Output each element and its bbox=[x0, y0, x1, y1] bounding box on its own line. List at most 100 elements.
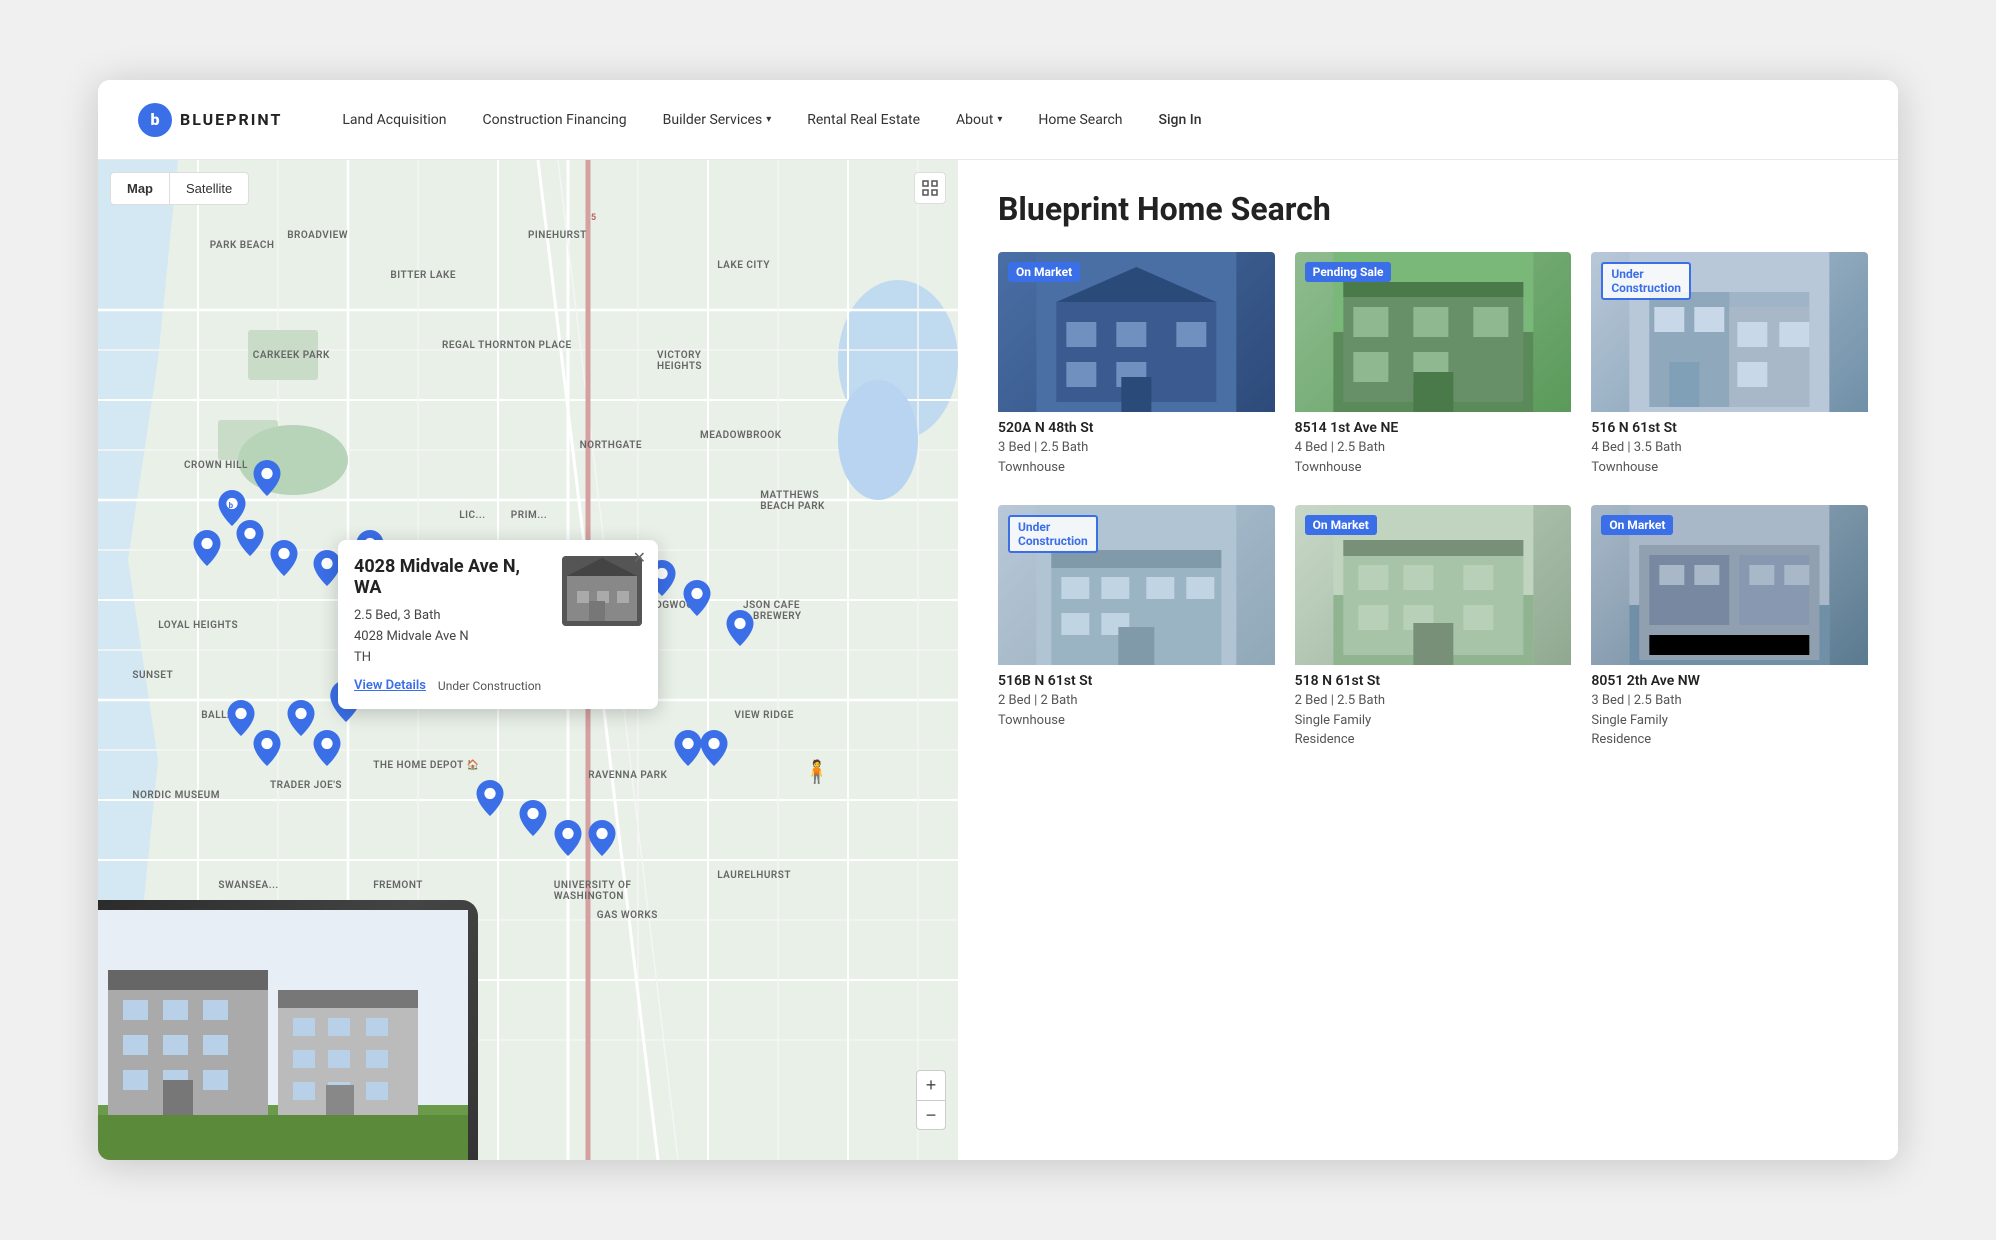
map-pin[interactable] bbox=[313, 550, 341, 586]
map-pin[interactable] bbox=[236, 520, 264, 556]
map-container: 5 BROADVIEW BITTER LAKE PINEHURST LAKE C… bbox=[98, 160, 958, 1160]
main-content: 5 BROADVIEW BITTER LAKE PINEHURST LAKE C… bbox=[98, 160, 1898, 1160]
area-label-bitter-lake: BITTER LAKE bbox=[390, 270, 456, 281]
chevron-down-icon: ▾ bbox=[766, 114, 771, 125]
map-pin[interactable] bbox=[726, 610, 754, 646]
listing-details-2: 4 Bed | 2.5 Bath Townhouse bbox=[1295, 438, 1572, 477]
area-label-fremont: FREMONT bbox=[373, 880, 423, 891]
area-label-regal: Regal Thornton Place bbox=[442, 340, 572, 351]
map-pin[interactable] bbox=[519, 800, 547, 836]
navbar: b BLUEPRINT Land Acquisition Constructio… bbox=[98, 80, 1898, 160]
nav-land-acquisition[interactable]: Land Acquisition bbox=[342, 112, 446, 128]
listing-image-2: Pending Sale bbox=[1295, 252, 1572, 412]
area-label-ravenna: Ravenna Park bbox=[588, 770, 667, 781]
area-label-northgate: NORTHGATE bbox=[580, 440, 642, 451]
listing-info-5: 518 N 61st St 2 Bed | 2.5 Bath Single Fa… bbox=[1295, 665, 1572, 758]
listing-card-2[interactable]: Pending Sale 8514 1st Ave NE 4 Bed | 2.5… bbox=[1295, 252, 1572, 485]
panel-title: Blueprint Home Search bbox=[998, 190, 1868, 228]
listing-badge-1: On Market bbox=[1008, 262, 1080, 282]
popup-street-address: 4028 Midvale Ave N bbox=[354, 627, 642, 648]
map-pin[interactable] bbox=[683, 580, 711, 616]
nav-rental-real-estate[interactable]: Rental Real Estate bbox=[807, 112, 920, 128]
listing-card-6[interactable]: On Market 8051 2th Ave NW 3 Bed | 2.5 Ba… bbox=[1591, 505, 1868, 758]
logo-text: BLUEPRINT bbox=[180, 110, 282, 129]
area-label-lake-city: LAKE CITY bbox=[717, 260, 770, 271]
map-pin[interactable] bbox=[554, 820, 582, 856]
listing-address-5: 518 N 61st St bbox=[1295, 673, 1572, 689]
listing-address-4: 516B N 61st St bbox=[998, 673, 1275, 689]
map-pin[interactable] bbox=[476, 780, 504, 816]
nav-construction-financing[interactable]: Construction Financing bbox=[483, 112, 627, 128]
listings-panel: Blueprint Home Search bbox=[958, 160, 1898, 1160]
area-label-meadowbrook: MEADOWBROOK bbox=[700, 430, 782, 441]
map-view-button[interactable]: Map bbox=[110, 172, 169, 205]
area-label-nordic: Nordic Museum bbox=[132, 790, 220, 801]
listing-address-1: 520A N 48th St bbox=[998, 420, 1275, 436]
logo[interactable]: b BLUEPRINT bbox=[138, 103, 282, 137]
map-pin[interactable] bbox=[674, 730, 702, 766]
zoom-out-button[interactable]: − bbox=[916, 1100, 946, 1130]
listing-card-1[interactable]: On Market 520A N 48th St 3 Bed | 2.5 Bat… bbox=[998, 252, 1275, 485]
map-pin[interactable] bbox=[253, 460, 281, 496]
map-pin[interactable] bbox=[313, 730, 341, 766]
area-label-laurelhurst: LAURELHURST bbox=[717, 870, 791, 881]
map-pin[interactable] bbox=[700, 730, 728, 766]
area-label-university: University ofWashington bbox=[554, 880, 632, 902]
map-zoom-controls: + − bbox=[916, 1070, 946, 1130]
area-label-broadview: BROADVIEW bbox=[287, 230, 348, 241]
nav-builder-services[interactable]: Builder Services ▾ bbox=[663, 112, 772, 128]
svg-text:b: b bbox=[229, 501, 234, 510]
listings-grid: On Market 520A N 48th St 3 Bed | 2.5 Bat… bbox=[998, 252, 1868, 758]
nav-sign-in[interactable]: Sign In bbox=[1159, 112, 1202, 128]
area-label-gas-works: Gas Works bbox=[597, 910, 658, 921]
area-label-matthews-beach: MatthewsBeach Park bbox=[760, 490, 825, 512]
listing-card-3[interactable]: UnderConstruction 516 N 61st St 4 Bed | … bbox=[1591, 252, 1868, 485]
map-pin[interactable] bbox=[270, 540, 298, 576]
listings-wrapper: On Market 520A N 48th St 3 Bed | 2.5 Bat… bbox=[998, 252, 1868, 758]
area-label-view-ridge: VIEW RIDGE bbox=[734, 710, 793, 721]
listing-image-4: UnderConstruction bbox=[998, 505, 1275, 665]
listing-image-1: On Market bbox=[998, 252, 1275, 412]
listing-details-6: 3 Bed | 2.5 Bath Single Family Residence bbox=[1591, 691, 1868, 750]
area-label-prim: PRIM... bbox=[511, 510, 547, 521]
listing-card-5[interactable]: On Market 518 N 61st St 2 Bed | 2.5 Bath… bbox=[1295, 505, 1572, 758]
street-view-icon[interactable]: 🧍 bbox=[803, 760, 830, 785]
area-label-park-beach: Park Beach bbox=[210, 240, 275, 251]
area-label-swansea: Swansea... bbox=[218, 880, 278, 891]
map-pin[interactable] bbox=[253, 730, 281, 766]
listing-details-1: 3 Bed | 2.5 Bath Townhouse bbox=[998, 438, 1275, 477]
listing-badge-4: UnderConstruction bbox=[1008, 515, 1098, 553]
map-pin[interactable] bbox=[588, 820, 616, 856]
area-label-victory-heights: VICTORYHEIGHTS bbox=[657, 350, 702, 372]
area-label-sunset: SUNSET bbox=[132, 670, 173, 681]
listing-image-3: UnderConstruction bbox=[1591, 252, 1868, 412]
browser-window: b BLUEPRINT Land Acquisition Constructio… bbox=[98, 80, 1898, 1160]
chevron-down-icon: ▾ bbox=[997, 114, 1002, 125]
nav-about[interactable]: About ▾ bbox=[956, 112, 1002, 128]
listing-details-5: 2 Bed | 2.5 Bath Single Family Residence bbox=[1295, 691, 1572, 750]
popup-house-image bbox=[562, 556, 642, 626]
listing-info-1: 520A N 48th St 3 Bed | 2.5 Bath Townhous… bbox=[998, 412, 1275, 485]
listing-details-3: 4 Bed | 3.5 Bath Townhouse bbox=[1591, 438, 1868, 477]
area-label-home-depot: The Home Depot 🏠 bbox=[373, 760, 479, 771]
logo-icon: b bbox=[138, 103, 172, 137]
listing-badge-3: UnderConstruction bbox=[1601, 262, 1691, 300]
satellite-view-button[interactable]: Satellite bbox=[169, 172, 249, 205]
listing-badge-6: On Market bbox=[1601, 515, 1673, 535]
building-preview-image bbox=[98, 900, 478, 1160]
zoom-in-button[interactable]: + bbox=[916, 1070, 946, 1100]
listing-info-3: 516 N 61st St 4 Bed | 3.5 Bath Townhouse bbox=[1591, 412, 1868, 485]
area-label-loyal-heights: LOYAL HEIGHTS bbox=[158, 620, 238, 631]
area-label-crown-hill: CROWN HILL bbox=[184, 460, 248, 471]
svg-text:5: 5 bbox=[591, 213, 596, 223]
popup-close-button[interactable]: ✕ bbox=[633, 548, 646, 567]
listing-badge-2: Pending Sale bbox=[1305, 262, 1392, 282]
popup-status-label: Under Construction bbox=[438, 679, 541, 693]
map-pin[interactable] bbox=[193, 530, 221, 566]
popup-view-details-link[interactable]: View Details bbox=[354, 678, 426, 693]
map-pin[interactable] bbox=[287, 700, 315, 736]
listing-card-4[interactable]: UnderConstruction 516B N 61st St 2 Bed |… bbox=[998, 505, 1275, 758]
map-pin[interactable] bbox=[227, 700, 255, 736]
map-expand-button[interactable] bbox=[914, 172, 946, 204]
nav-home-search[interactable]: Home Search bbox=[1038, 112, 1122, 128]
